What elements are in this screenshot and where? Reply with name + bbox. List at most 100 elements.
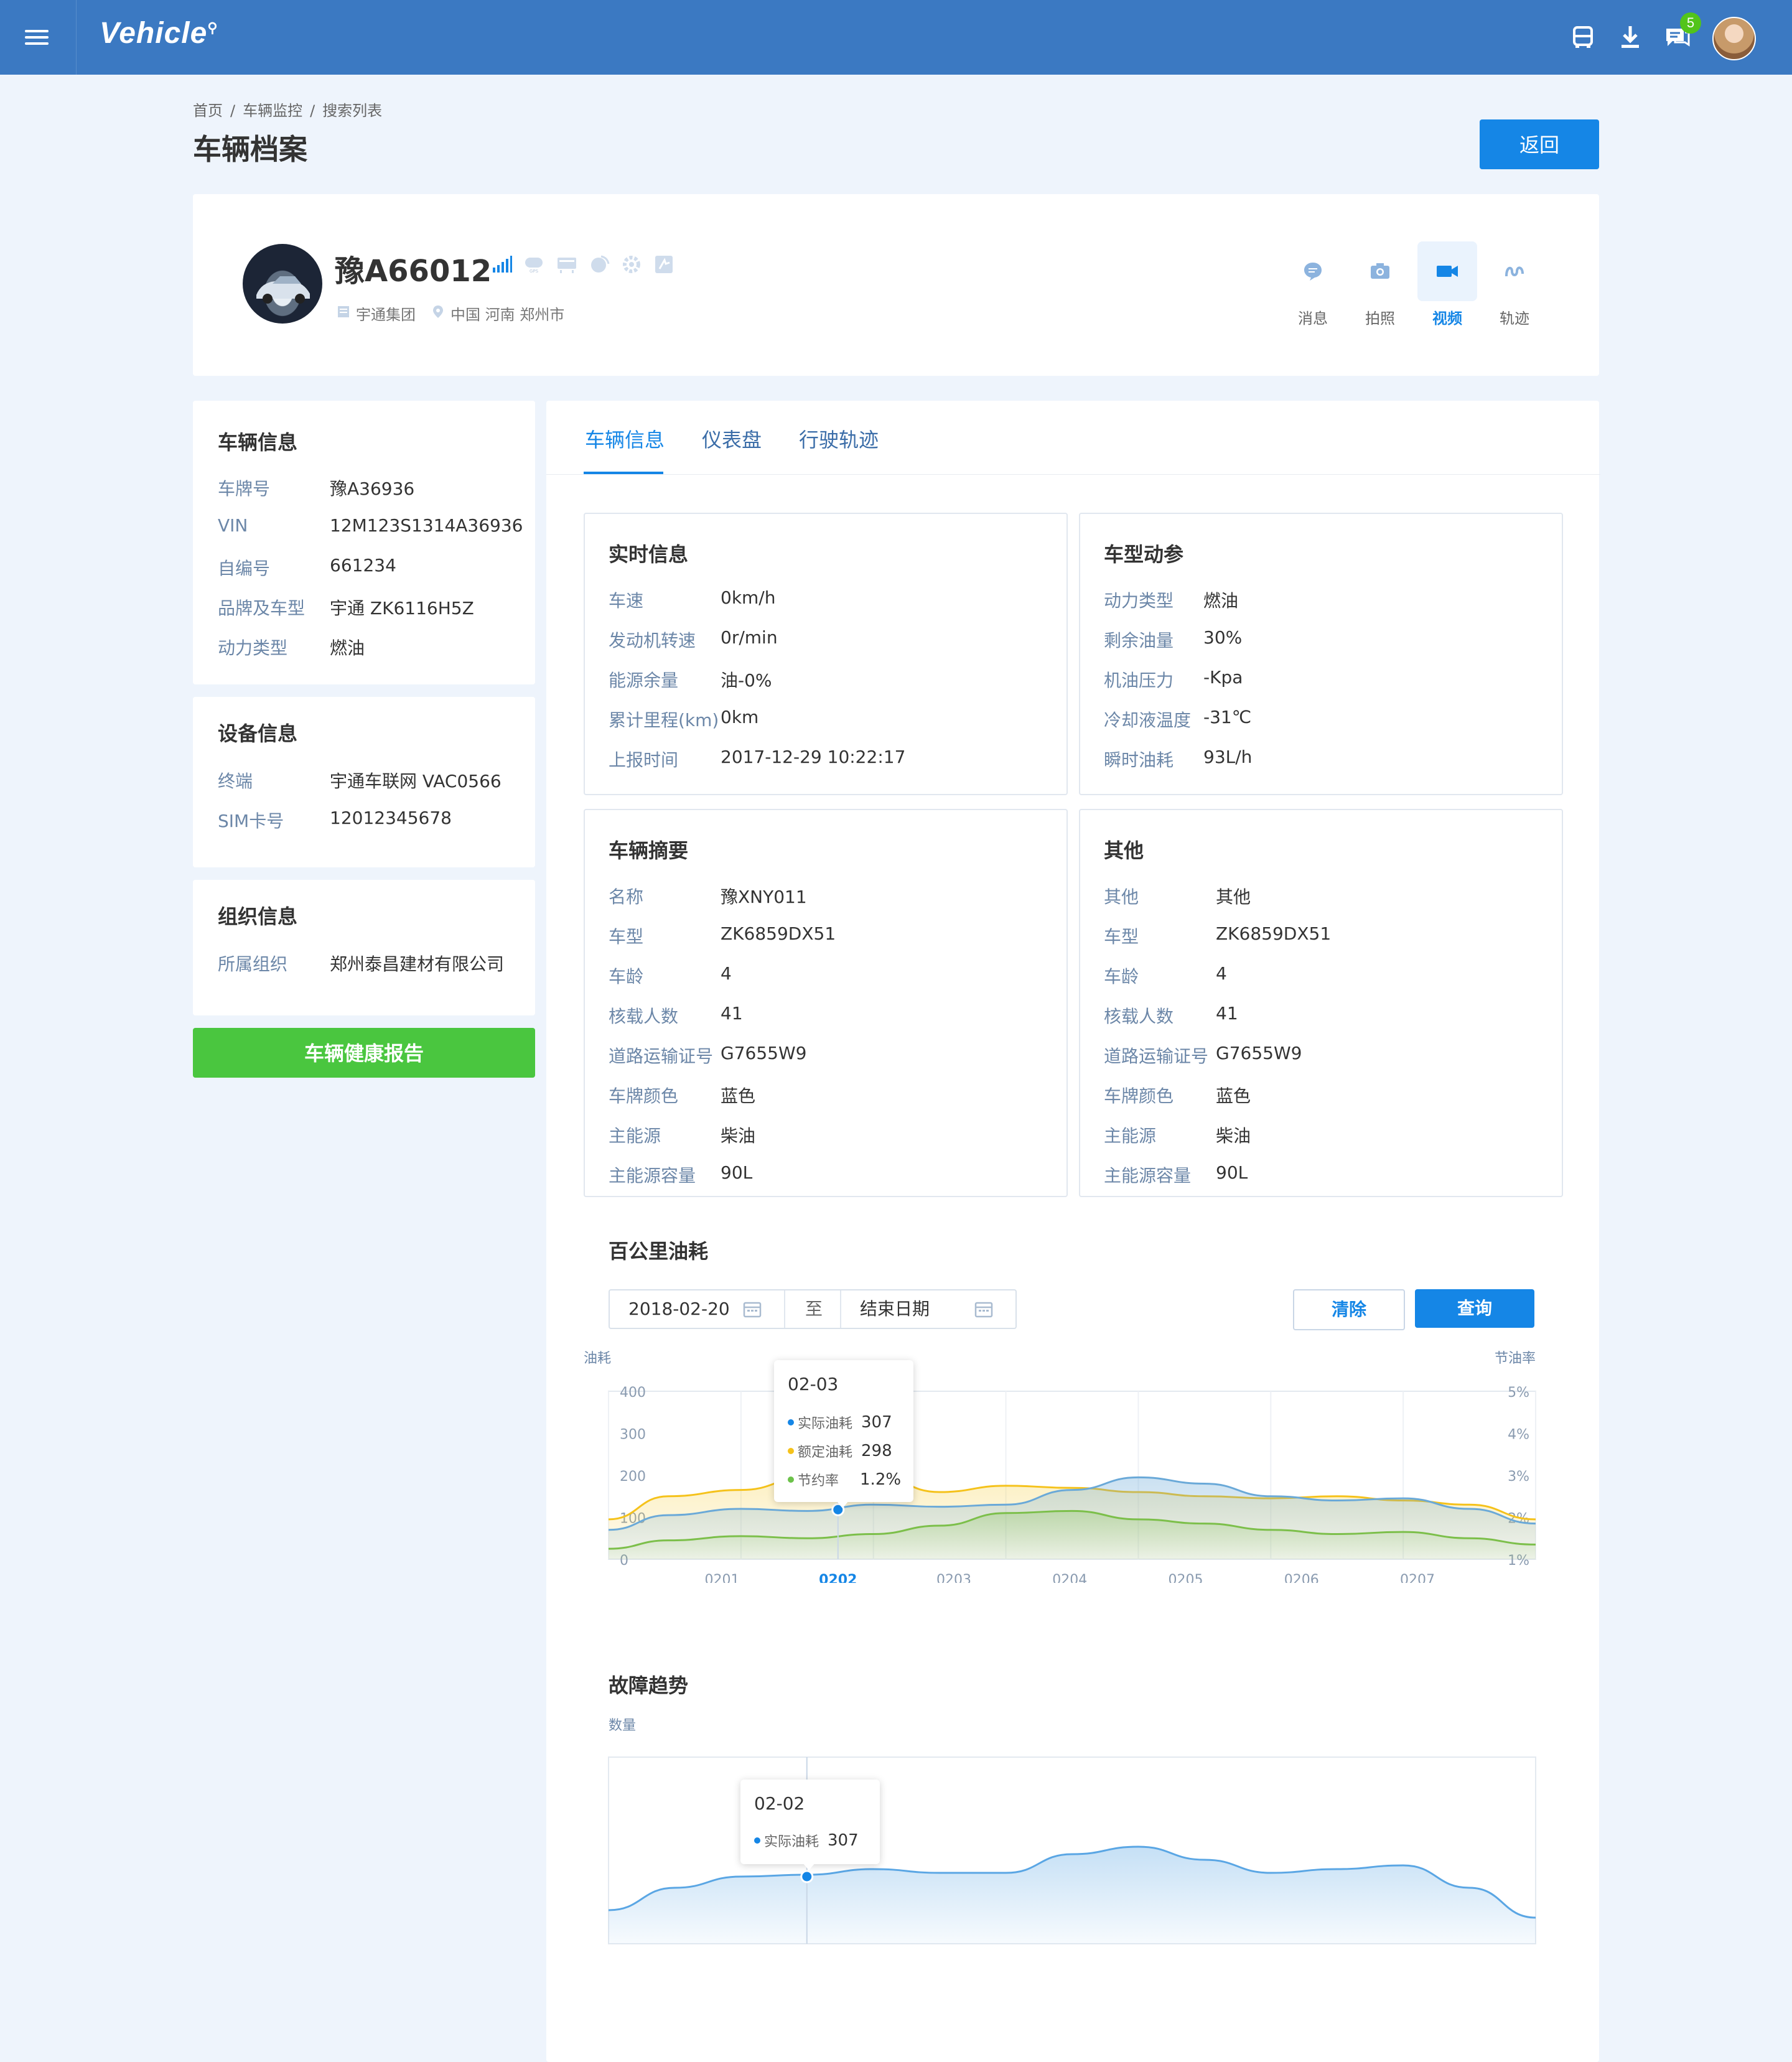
info-label: 车速 bbox=[609, 590, 644, 611]
camera-icon bbox=[1371, 263, 1389, 279]
query-button[interactable]: 查询 bbox=[1415, 1289, 1534, 1328]
active-tab-indicator bbox=[584, 472, 663, 474]
svg-text:GPS: GPS bbox=[530, 269, 539, 274]
info-value: 41 bbox=[1216, 1003, 1238, 1024]
tooltip-date: 02-03 bbox=[788, 1374, 839, 1394]
logo-text: Vehicle bbox=[100, 17, 208, 50]
calendar-icon[interactable] bbox=[743, 1300, 762, 1318]
info-value: 油-0% bbox=[721, 670, 772, 691]
info-label: 瞬时油耗 bbox=[1104, 750, 1174, 770]
location-pin-icon bbox=[431, 304, 446, 323]
info-value: 蓝色 bbox=[1216, 1086, 1251, 1106]
vehicle-photo bbox=[243, 244, 322, 324]
info-label: 其他 bbox=[1104, 887, 1139, 907]
bus-icon[interactable] bbox=[1569, 24, 1597, 51]
info-label: 核载人数 bbox=[1104, 1006, 1174, 1027]
y2-axis-label: 节油率 bbox=[1495, 1351, 1536, 1366]
info-label: 车牌号 bbox=[218, 478, 271, 499]
realtime-info-box: 实时信息 车速 0km/h 发动机转速 0r/min 能源余量 油-0% 累计里程(k… bbox=[584, 513, 1068, 795]
hamburger-menu-button[interactable] bbox=[0, 0, 77, 75]
tab-driving-track[interactable]: 行驶轨迹 bbox=[799, 424, 879, 453]
org-info-card: 组织信息 所属组织 郑州泰昌建材有限公司 bbox=[193, 880, 535, 1015]
info-value: G7655W9 bbox=[1216, 1043, 1302, 1063]
info-value: ZK6859DX51 bbox=[721, 923, 836, 944]
info-label: 所属组织 bbox=[218, 954, 288, 974]
legend-dot bbox=[788, 1448, 794, 1454]
tab-vehicle-info[interactable]: 车辆信息 bbox=[585, 424, 665, 453]
info-label: 核载人数 bbox=[609, 1006, 679, 1027]
tab-dashboard[interactable]: 仪表盘 bbox=[702, 424, 762, 453]
divider bbox=[784, 1290, 785, 1328]
info-row: 车型 ZK6859DX51 bbox=[1104, 923, 1331, 948]
tooltip-label: 实际油耗 bbox=[798, 1416, 853, 1432]
breadcrumb-vehicle-monitor[interactable]: 车辆监控 bbox=[243, 102, 302, 119]
info-row: 主能源容量 90L bbox=[609, 1162, 752, 1187]
legend-dot bbox=[754, 1837, 760, 1844]
info-row: 自编号 661234 bbox=[218, 555, 396, 580]
tooltip-arrow bbox=[803, 1863, 815, 1870]
info-value: 0km/h bbox=[721, 587, 776, 608]
info-value: 豫A36936 bbox=[330, 478, 415, 499]
start-date-input[interactable]: 2018-02-20 bbox=[628, 1290, 730, 1328]
info-label: 自编号 bbox=[218, 558, 271, 579]
info-row: 机油压力 -Kpa bbox=[1104, 667, 1243, 692]
vehicle-info-card: 车辆信息 车牌号 豫A36936 VIN 12M123S1314A36936 自编号… bbox=[193, 401, 535, 684]
end-date-input[interactable]: 结束日期 bbox=[860, 1290, 930, 1328]
card-icon bbox=[653, 254, 674, 275]
vehicle-plate: 豫A66012 bbox=[335, 254, 492, 289]
x-tick-label: 0206 bbox=[1284, 1572, 1319, 1583]
info-row: 车型 ZK6859DX51 bbox=[609, 923, 836, 948]
y-axis-label: 油耗 bbox=[584, 1351, 611, 1366]
info-row: 核载人数 41 bbox=[609, 1003, 743, 1028]
page-title: 车辆档案 bbox=[193, 133, 307, 166]
download-icon[interactable] bbox=[1617, 24, 1644, 51]
message-action[interactable]: 消息 bbox=[1283, 241, 1343, 328]
info-row: 所属组织 郑州泰昌建材有限公司 bbox=[218, 951, 504, 976]
notification-badge: 5 bbox=[1680, 12, 1701, 34]
info-value: 宇通车联网 VAC0566 bbox=[330, 771, 502, 791]
breadcrumb-home[interactable]: 首页 bbox=[193, 102, 223, 119]
highlight-point bbox=[800, 1870, 814, 1883]
calendar-icon[interactable] bbox=[974, 1300, 993, 1318]
info-row: 主能源 柴油 bbox=[609, 1122, 755, 1147]
info-row: 车牌颜色 蓝色 bbox=[609, 1083, 755, 1108]
video-action[interactable]: 视频 bbox=[1417, 241, 1477, 328]
info-value: 豫XNY011 bbox=[721, 887, 807, 907]
info-label: 终端 bbox=[218, 771, 253, 791]
info-label: 发动机转速 bbox=[609, 630, 696, 651]
info-value: 蓝色 bbox=[721, 1086, 756, 1106]
info-row: 冷却液温度 -31℃ bbox=[1104, 707, 1251, 732]
info-row: 车龄 4 bbox=[1104, 963, 1227, 988]
dynamics-title: 车型动参 bbox=[1104, 543, 1184, 566]
photo-action[interactable]: 拍照 bbox=[1350, 241, 1410, 328]
breadcrumb: 首页 / 车辆监控 / 搜索列表 bbox=[193, 98, 390, 120]
vehicle-summary-box: 车辆摘要 名称 豫XNY011 车型 ZK6859DX51 车龄 4 核载人数 41 道… bbox=[584, 809, 1068, 1197]
tooltip-label: 节约率 bbox=[798, 1473, 839, 1489]
track-action[interactable]: 轨迹 bbox=[1485, 241, 1544, 328]
info-label: 主能源 bbox=[1104, 1126, 1157, 1146]
health-report-button[interactable]: 车辆健康报告 bbox=[193, 1028, 535, 1078]
info-label: 车型 bbox=[609, 926, 644, 947]
info-label: 主能源容量 bbox=[609, 1165, 696, 1186]
info-value: 12012345678 bbox=[330, 808, 452, 828]
tooltip-value: 298 bbox=[861, 1442, 892, 1460]
info-label: 动力类型 bbox=[1104, 590, 1174, 611]
tooltip-row: 实际油耗 307 bbox=[754, 1831, 859, 1850]
message-icon bbox=[1304, 263, 1322, 281]
breadcrumb-search-list[interactable]: 搜索列表 bbox=[322, 102, 382, 119]
info-value: 燃油 bbox=[1203, 590, 1239, 611]
satellite-icon bbox=[589, 254, 610, 275]
info-row: 车牌颜色 蓝色 bbox=[1104, 1083, 1251, 1108]
info-row: 主能源 柴油 bbox=[1104, 1122, 1251, 1147]
signal-icon bbox=[492, 254, 513, 275]
app-logo[interactable]: Vehicle⚲ bbox=[100, 16, 218, 50]
fault-trend-title: 故障趋势 bbox=[609, 1674, 689, 1697]
back-button[interactable]: 返回 bbox=[1480, 119, 1599, 169]
x-tick-label: 0203 bbox=[936, 1572, 971, 1583]
y-tick-label: 200 bbox=[620, 1469, 646, 1485]
user-avatar[interactable] bbox=[1712, 17, 1756, 60]
clear-button[interactable]: 清除 bbox=[1293, 1289, 1405, 1330]
info-value: 其他 bbox=[1216, 887, 1251, 907]
info-row: 剩余油量 30% bbox=[1104, 627, 1242, 652]
tooltip-label: 实际油耗 bbox=[764, 1834, 819, 1850]
